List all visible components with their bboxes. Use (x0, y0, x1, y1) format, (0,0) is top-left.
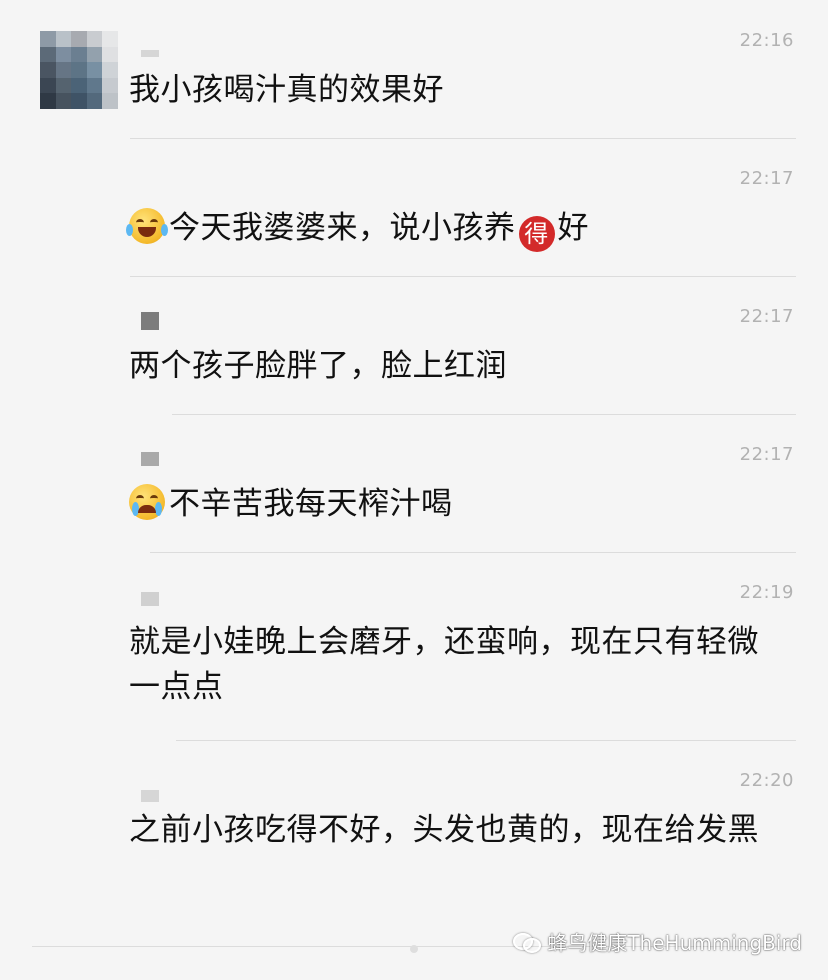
sender-name-redacted (141, 790, 159, 802)
message-text: 我小孩喝汁真的效果好 (129, 72, 444, 108)
crying-emoji (129, 484, 165, 520)
chat-history: 22:16 我小孩喝汁真的效果好 22:17 今天我婆婆来，说小孩养得好 22:… (0, 0, 828, 980)
message-divider (130, 138, 796, 139)
message-text: 今天我婆婆来，说小孩养得好 (126, 206, 779, 252)
message-divider (176, 740, 796, 741)
message-divider (130, 276, 796, 277)
message-text-part: 今天我婆婆来，说小孩养 (169, 210, 516, 246)
message-timestamp: 22:16 (739, 30, 794, 51)
sender-name-redacted (141, 50, 159, 57)
message-text: 之前小孩吃得不好，头发也黄的，现在给发黑 (129, 812, 759, 848)
sender-name-redacted (141, 592, 159, 606)
message-timestamp: 22:20 (739, 770, 794, 791)
sender-avatar[interactable] (40, 31, 118, 109)
message-text-part: 好 (557, 210, 589, 246)
watermark-text: 蜂鸟健康TheHummingBird (547, 931, 802, 955)
message-divider (150, 552, 796, 553)
watermark: 蜂鸟健康TheHummingBird (513, 927, 802, 956)
message-divider (172, 414, 796, 415)
message-text: 不辛苦我每天榨汁喝 (129, 482, 779, 527)
sender-name-redacted (141, 312, 159, 330)
message-text: 就是小娃晚上会磨牙，还蛮响，现在只有轻微一点点 (129, 624, 759, 705)
message-timestamp: 22:19 (739, 582, 794, 603)
sender-name-redacted (141, 452, 159, 466)
message-timestamp: 22:17 (739, 306, 794, 327)
message-timestamp: 22:17 (739, 168, 794, 189)
message-text-part: 不辛苦我每天榨汁喝 (169, 486, 453, 522)
tears-of-joy-emoji (126, 208, 168, 244)
message-timestamp: 22:17 (739, 444, 794, 465)
de-badge-emoji: 得 (518, 216, 555, 252)
scroll-indicator-dot (410, 945, 418, 953)
message-text: 两个孩子脸胖了，脸上红润 (129, 348, 507, 384)
wechat-icon (513, 931, 542, 953)
